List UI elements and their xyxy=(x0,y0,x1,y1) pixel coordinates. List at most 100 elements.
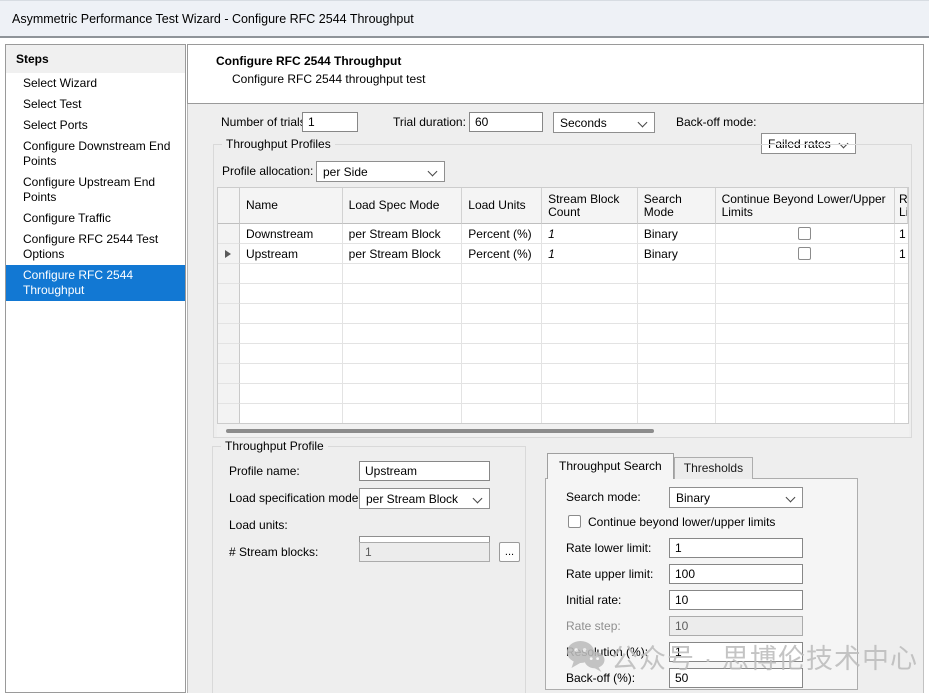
cell xyxy=(343,304,463,324)
cell-stream-block-count[interactable]: 1 xyxy=(542,244,638,264)
cell-continue-beyond xyxy=(716,244,895,264)
throughput-profiles-group: Throughput Profiles Profile allocation: … xyxy=(213,144,912,438)
cell xyxy=(542,404,638,424)
load-spec-mode-dropdown[interactable]: per Stream Block xyxy=(359,488,490,509)
trial-duration-units-dropdown[interactable]: Seconds xyxy=(553,112,655,133)
column-header-search-mode[interactable]: Search Mode xyxy=(638,188,716,224)
sidebar-item-configure-traffic[interactable]: Configure Traffic xyxy=(6,208,185,229)
cell xyxy=(895,284,908,304)
steps-sidebar: Steps Select Wizard Select Test Select P… xyxy=(5,44,186,693)
number-of-trials-input[interactable] xyxy=(302,112,358,132)
row-selector[interactable] xyxy=(218,224,240,244)
column-header-continue-beyond[interactable]: Continue Beyond Lower/Upper Limits xyxy=(716,188,895,224)
table-horizontal-scrollbar[interactable] xyxy=(217,424,909,437)
cell-search-mode[interactable]: Binary xyxy=(638,224,716,244)
stream-blocks-browse-button[interactable]: ... xyxy=(499,542,520,562)
cell-load-units[interactable]: Percent (%) xyxy=(462,224,542,244)
cell-load-spec-mode[interactable]: per Stream Block xyxy=(343,244,463,264)
table-row-empty xyxy=(218,284,908,304)
cell xyxy=(638,264,716,284)
column-header-rate-lower-clipped[interactable]: R Li xyxy=(895,188,908,224)
profile-allocation-dropdown[interactable]: per Side xyxy=(316,161,445,182)
throughput-profile-group: Throughput Profile Profile name: Load sp… xyxy=(212,446,526,693)
cell xyxy=(638,364,716,384)
rate-upper-limit-input[interactable] xyxy=(669,564,803,584)
sidebar-item-select-wizard[interactable]: Select Wizard xyxy=(6,73,185,94)
continue-beyond-limits-label: Continue beyond lower/upper limits xyxy=(588,512,775,532)
table-row-empty xyxy=(218,304,908,324)
cell-rate-lower[interactable]: 1 xyxy=(895,244,908,264)
rate-upper-limit-label: Rate upper limit: xyxy=(566,564,653,584)
cell-search-mode[interactable]: Binary xyxy=(638,244,716,264)
cell xyxy=(343,324,463,344)
sidebar-item-configure-rfc2544-test-options[interactable]: Configure RFC 2544 Test Options xyxy=(6,229,185,265)
column-header-load-units[interactable]: Load Units xyxy=(462,188,542,224)
cell xyxy=(240,264,343,284)
stream-blocks-label: # Stream blocks: xyxy=(229,542,318,562)
cell xyxy=(462,264,542,284)
initial-rate-input[interactable] xyxy=(669,590,803,610)
cell xyxy=(716,284,895,304)
cell xyxy=(895,384,908,404)
column-header-name[interactable]: Name xyxy=(240,188,343,224)
column-header-load-spec-mode[interactable]: Load Spec Mode xyxy=(343,188,463,224)
cell-stream-block-count[interactable]: 1 xyxy=(542,224,638,244)
search-mode-label: Search mode: xyxy=(566,487,641,507)
scrollbar-thumb[interactable] xyxy=(226,429,654,433)
cell xyxy=(462,384,542,404)
continue-beyond-checkbox[interactable] xyxy=(798,227,811,240)
cell-name[interactable]: Downstream xyxy=(240,224,343,244)
row-selector xyxy=(218,324,240,344)
trial-duration-units-value: Seconds xyxy=(560,116,607,130)
sidebar-item-select-test[interactable]: Select Test xyxy=(6,94,185,115)
cell xyxy=(462,404,542,424)
cell xyxy=(542,324,638,344)
sidebar-item-select-ports[interactable]: Select Ports xyxy=(6,115,185,136)
cell xyxy=(716,264,895,284)
tab-thresholds[interactable]: Thresholds xyxy=(674,457,753,479)
cell xyxy=(638,344,716,364)
table-row-empty xyxy=(218,404,908,424)
number-of-trials-label: Number of trials: xyxy=(221,112,309,132)
sidebar-item-configure-rfc2544-throughput[interactable]: Configure RFC 2544 Throughput xyxy=(6,265,185,301)
cell xyxy=(462,324,542,344)
cell xyxy=(240,324,343,344)
resolution-input[interactable] xyxy=(669,642,803,662)
cell xyxy=(240,404,343,424)
table-row-empty xyxy=(218,264,908,284)
steps-header: Steps xyxy=(6,45,185,73)
trial-duration-input[interactable] xyxy=(469,112,543,132)
page-title: Configure RFC 2544 Throughput xyxy=(216,54,923,68)
row-selector xyxy=(218,384,240,404)
table-header-row: Name Load Spec Mode Load Units Stream Bl… xyxy=(218,188,908,224)
throughput-profiles-group-title: Throughput Profiles xyxy=(222,137,335,151)
cell xyxy=(716,304,895,324)
continue-beyond-checkbox[interactable] xyxy=(798,247,811,260)
cell xyxy=(343,344,463,364)
table-row-upstream[interactable]: Upstream per Stream Block Percent (%) 1 … xyxy=(218,244,908,264)
table-row-empty xyxy=(218,344,908,364)
cell xyxy=(462,364,542,384)
cell-rate-lower[interactable]: 1 xyxy=(895,224,908,244)
cell xyxy=(895,404,908,424)
cell-name[interactable]: Upstream xyxy=(240,244,343,264)
table-row-downstream[interactable]: Downstream per Stream Block Percent (%) … xyxy=(218,224,908,244)
chevron-down-icon xyxy=(786,493,796,503)
tab-throughput-search[interactable]: Throughput Search xyxy=(547,453,674,479)
cell xyxy=(716,344,895,364)
sidebar-item-configure-downstream-end-points[interactable]: Configure Downstream End Points xyxy=(6,136,185,172)
current-row-selector[interactable] xyxy=(218,244,240,264)
initial-rate-label: Initial rate: xyxy=(566,590,621,610)
continue-beyond-limits-checkbox[interactable] xyxy=(568,515,581,528)
sidebar-item-configure-upstream-end-points[interactable]: Configure Upstream End Points xyxy=(6,172,185,208)
cell-load-units[interactable]: Percent (%) xyxy=(462,244,542,264)
profile-name-input[interactable] xyxy=(359,461,490,481)
cell xyxy=(462,344,542,364)
cell-load-spec-mode[interactable]: per Stream Block xyxy=(343,224,463,244)
backoff-percent-input[interactable] xyxy=(669,668,803,688)
rate-lower-limit-input[interactable] xyxy=(669,538,803,558)
cell xyxy=(343,364,463,384)
search-mode-dropdown[interactable]: Binary xyxy=(669,487,803,508)
column-header-stream-block-count[interactable]: Stream Block Count xyxy=(542,188,638,224)
profile-allocation-label: Profile allocation: xyxy=(222,161,313,181)
